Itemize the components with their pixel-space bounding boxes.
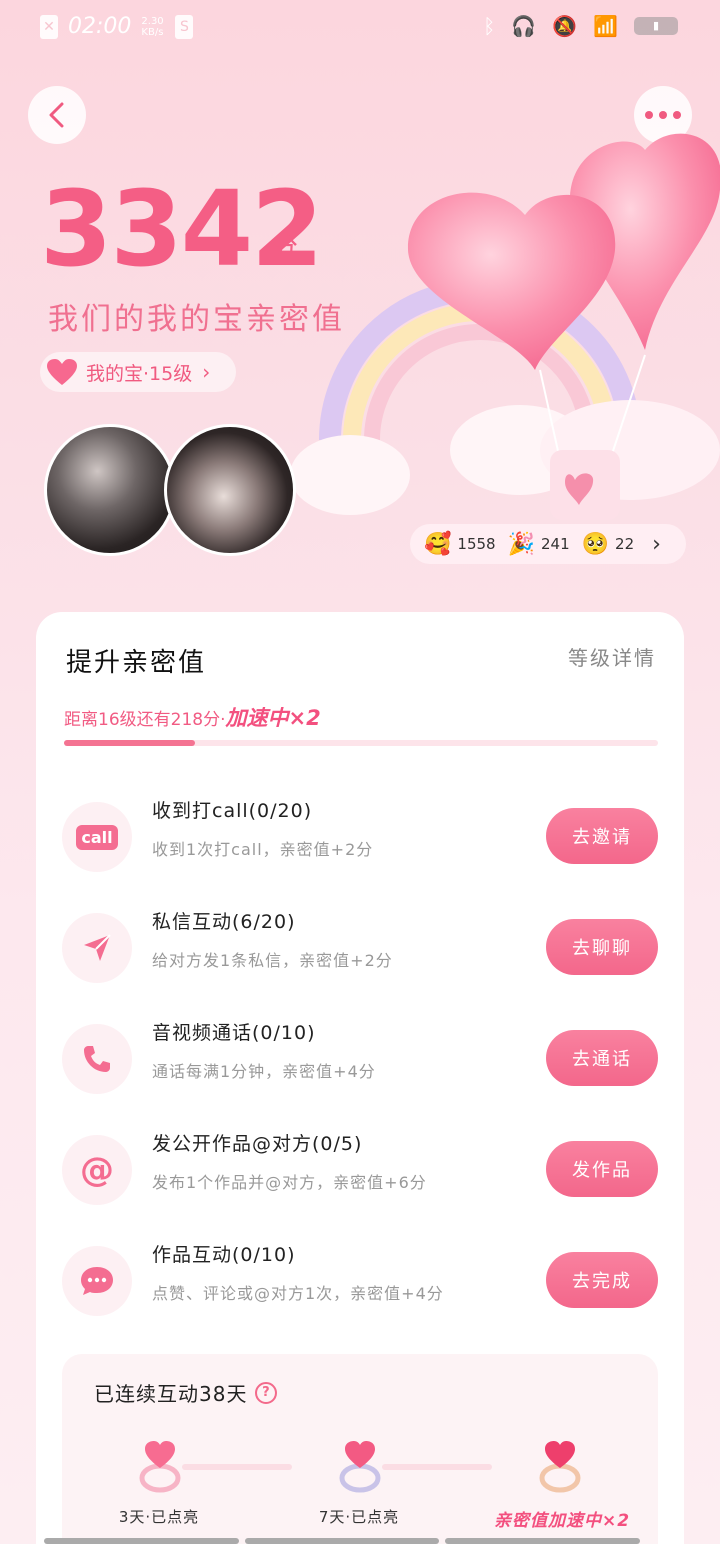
love-face-icon: 🥰: [424, 531, 452, 557]
milestone-label: 3天·已点亮: [118, 1508, 200, 1526]
chat-bubble-icon: [62, 1246, 132, 1316]
task-description: 发布1个作品并@对方，亲密值+6分: [152, 1173, 427, 1192]
task-title: 发公开作品@对方(0/5): [152, 1133, 363, 1155]
task-description: 点赞、评论或@对方1次，亲密值+4分: [152, 1284, 444, 1303]
milestone-label: 7天·已点亮: [318, 1508, 400, 1526]
task-description: 通话每满1分钟，亲密值+4分: [152, 1062, 376, 1081]
call-icon: call: [62, 802, 132, 872]
boost-label: 加速中×2: [225, 706, 321, 730]
streak-title: 已连续互动38天 ?: [94, 1378, 278, 1407]
task-item: 音视频通话(0/10) 通话每满1分钟，亲密值+4分 去通话: [36, 1014, 684, 1114]
task-title: 音视频通话(0/10): [152, 1022, 316, 1044]
wifi-icon: 📶: [593, 14, 618, 38]
help-icon[interactable]: ?: [255, 1381, 278, 1404]
mute-icon: 🔕: [552, 14, 578, 38]
boost-intimacy-card: 提升亲密值 等级详情 距离16级还有218分·加速中×2 call 收到打cal…: [36, 612, 684, 1544]
level-label: 我的宝·15级: [86, 362, 193, 385]
ring-icon: [330, 1436, 390, 1496]
card-title: 提升亲密值: [66, 648, 207, 678]
streak-section: 已连续互动38天 ? 3天·已点亮 7天·已点亮 亲密值加速中×2: [62, 1354, 658, 1544]
page-subtitle: 我们的我的宝亲密值: [48, 302, 345, 337]
task-item: 作品互动(0/10) 点赞、评论或@对方1次，亲密值+4分 去完成: [36, 1236, 684, 1336]
task-title: 作品互动(0/10): [152, 1244, 296, 1266]
party-popper-icon: 🎉: [507, 531, 535, 557]
score-unit: 分: [270, 231, 299, 264]
heart-icon: [47, 359, 77, 385]
level-progress-bar: [64, 740, 658, 746]
invite-button[interactable]: 去邀请: [546, 808, 658, 864]
chevron-right-icon: ›: [202, 360, 211, 384]
chevron-right-icon: ›: [652, 531, 661, 557]
task-item: call 收到打call(0/20) 收到1次打call，亲密值+2分 去邀请: [36, 792, 684, 892]
stat-value: 22: [615, 535, 635, 553]
network-speed: 2.30 KB/s: [141, 15, 164, 38]
send-icon: [62, 913, 132, 983]
pleading-face-icon: 🥺: [581, 531, 610, 557]
task-item: @ 发公开作品@对方(0/5) 发布1个作品并@对方，亲密值+6分 发作品: [36, 1125, 684, 1225]
partner-avatar[interactable]: [164, 424, 296, 556]
at-icon: @: [62, 1135, 132, 1205]
progress-text: 距离16级还有218分·加速中×2: [64, 706, 321, 730]
task-description: 收到1次打call，亲密值+2分: [152, 840, 374, 859]
more-dots-icon: [645, 111, 681, 119]
notification-icon: ✕: [40, 14, 58, 39]
publish-button[interactable]: 发作品: [546, 1141, 658, 1197]
level-details-link[interactable]: 等级详情: [568, 642, 656, 671]
bluetooth-icon: ᛒ: [483, 14, 496, 38]
app-notification-icon: S: [175, 14, 194, 39]
headphones-icon: 🎧: [511, 14, 537, 38]
ring-icon: [530, 1436, 590, 1496]
call-button[interactable]: 去通话: [546, 1030, 658, 1086]
task-description: 给对方发1条私信，亲密值+2分: [152, 951, 393, 970]
milestone-connector: [382, 1464, 492, 1470]
chat-button[interactable]: 去聊聊: [546, 919, 658, 975]
milestone-connector: [182, 1464, 292, 1470]
interaction-stats[interactable]: 🥰 1558 🎉 241 🥺 22 ›: [410, 524, 686, 564]
level-badge[interactable]: 我的宝·15级 ›: [40, 352, 236, 392]
status-time: 02:00: [68, 14, 132, 39]
scroll-indicator: [44, 1538, 641, 1544]
balloon-rainbow-illustration: [290, 133, 720, 520]
ring-icon: [130, 1436, 190, 1496]
phone-icon: [62, 1024, 132, 1094]
status-bar: ✕ 02:00 2.30 KB/s S ᛒ 🎧 🔕 📶 ▮: [0, 0, 720, 56]
task-item: 私信互动(6/20) 给对方发1条私信，亲密值+2分 去聊聊: [36, 903, 684, 1003]
avatar[interactable]: [44, 424, 176, 556]
progress-fill: [64, 740, 195, 746]
task-title: 私信互动(6/20): [152, 911, 296, 933]
milestone-label: 亲密值加速中×2: [493, 1511, 631, 1531]
back-button[interactable]: [28, 86, 86, 144]
complete-button[interactable]: 去完成: [546, 1252, 658, 1308]
stat-value: 1558: [457, 535, 496, 553]
battery-icon: ▮: [634, 17, 678, 35]
task-title: 收到打call(0/20): [152, 800, 313, 822]
stat-value: 241: [541, 535, 570, 553]
chevron-left-icon: [49, 102, 64, 128]
